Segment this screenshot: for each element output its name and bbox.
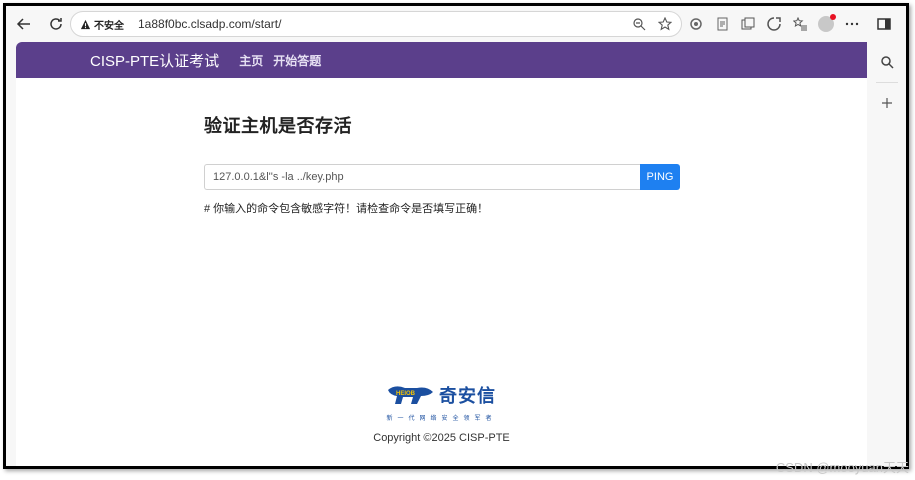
insecure-label[interactable]: 不安全 [94,17,124,32]
site-navbar: CISP-PTE认证考试 主页 开始答题 [16,42,867,78]
reading-view-icon[interactable] [714,15,730,33]
browser-sidebar [867,42,906,466]
page-title: 验证主机是否存活 [204,116,352,136]
extension-icon[interactable] [688,15,704,33]
main-content: 验证主机是否存活 PING # 你输入的命令包含敏感字符！请检查命令是否填写正确… [204,112,684,215]
search-icon[interactable] [867,48,906,76]
tiger-logo-icon: HEIOB [388,386,433,404]
add-icon[interactable] [867,89,906,117]
watermark: CSDN @mooyuan天天 [775,460,909,475]
logo-text: 奇安信 [439,386,496,406]
svg-text:HEIOB: HEIOB [396,391,416,397]
zoom-icon[interactable] [631,16,647,32]
page-viewport: CISP-PTE认证考试 主页 开始答题 验证主机是否存活 PING # 你输入… [16,42,867,466]
back-arrow-icon[interactable] [10,10,38,38]
star-icon[interactable] [657,16,673,32]
qianxin-logo: HEIOB 奇安信 [387,382,496,408]
reload-icon[interactable] [42,10,70,38]
profile-avatar[interactable] [818,14,836,33]
favorites-list-icon[interactable] [792,15,808,33]
essentials-icon[interactable] [766,15,782,33]
ping-form: PING [204,164,680,190]
site-brand[interactable]: CISP-PTE认证考试 [90,50,219,71]
logo-subtitle: 新一代网络安全领军者 [386,416,497,422]
sidebar-divider [875,82,898,83]
nav-link-home[interactable]: 主页 [239,52,263,69]
warning-icon [79,18,91,30]
collections-icon[interactable] [740,15,756,33]
url-text[interactable]: 1a88f0bc.clsadp.com/start/ [138,17,281,31]
ping-button[interactable]: PING [640,164,680,190]
result-message: # 你输入的命令包含敏感字符！请检查命令是否填写正确！ [204,203,489,215]
site-footer: HEIOB 奇安信 新一代网络安全领军者 Copyright ©2025 CIS… [16,382,867,444]
nav-link-start-exam[interactable]: 开始答题 [273,52,321,69]
more-icon[interactable] [844,15,860,33]
notification-dot [830,14,836,20]
browser-window: 不安全 1a88f0bc.clsadp.com/start/ CISP-PTE认… [3,3,909,469]
sidebar-toggle-icon[interactable] [876,15,892,33]
host-input[interactable] [204,164,640,190]
address-bar[interactable]: 不安全 1a88f0bc.clsadp.com/start/ [70,11,682,37]
browser-toolbar: 不安全 1a88f0bc.clsadp.com/start/ [6,6,906,42]
copyright-text: Copyright ©2025 CISP-PTE [373,432,510,444]
